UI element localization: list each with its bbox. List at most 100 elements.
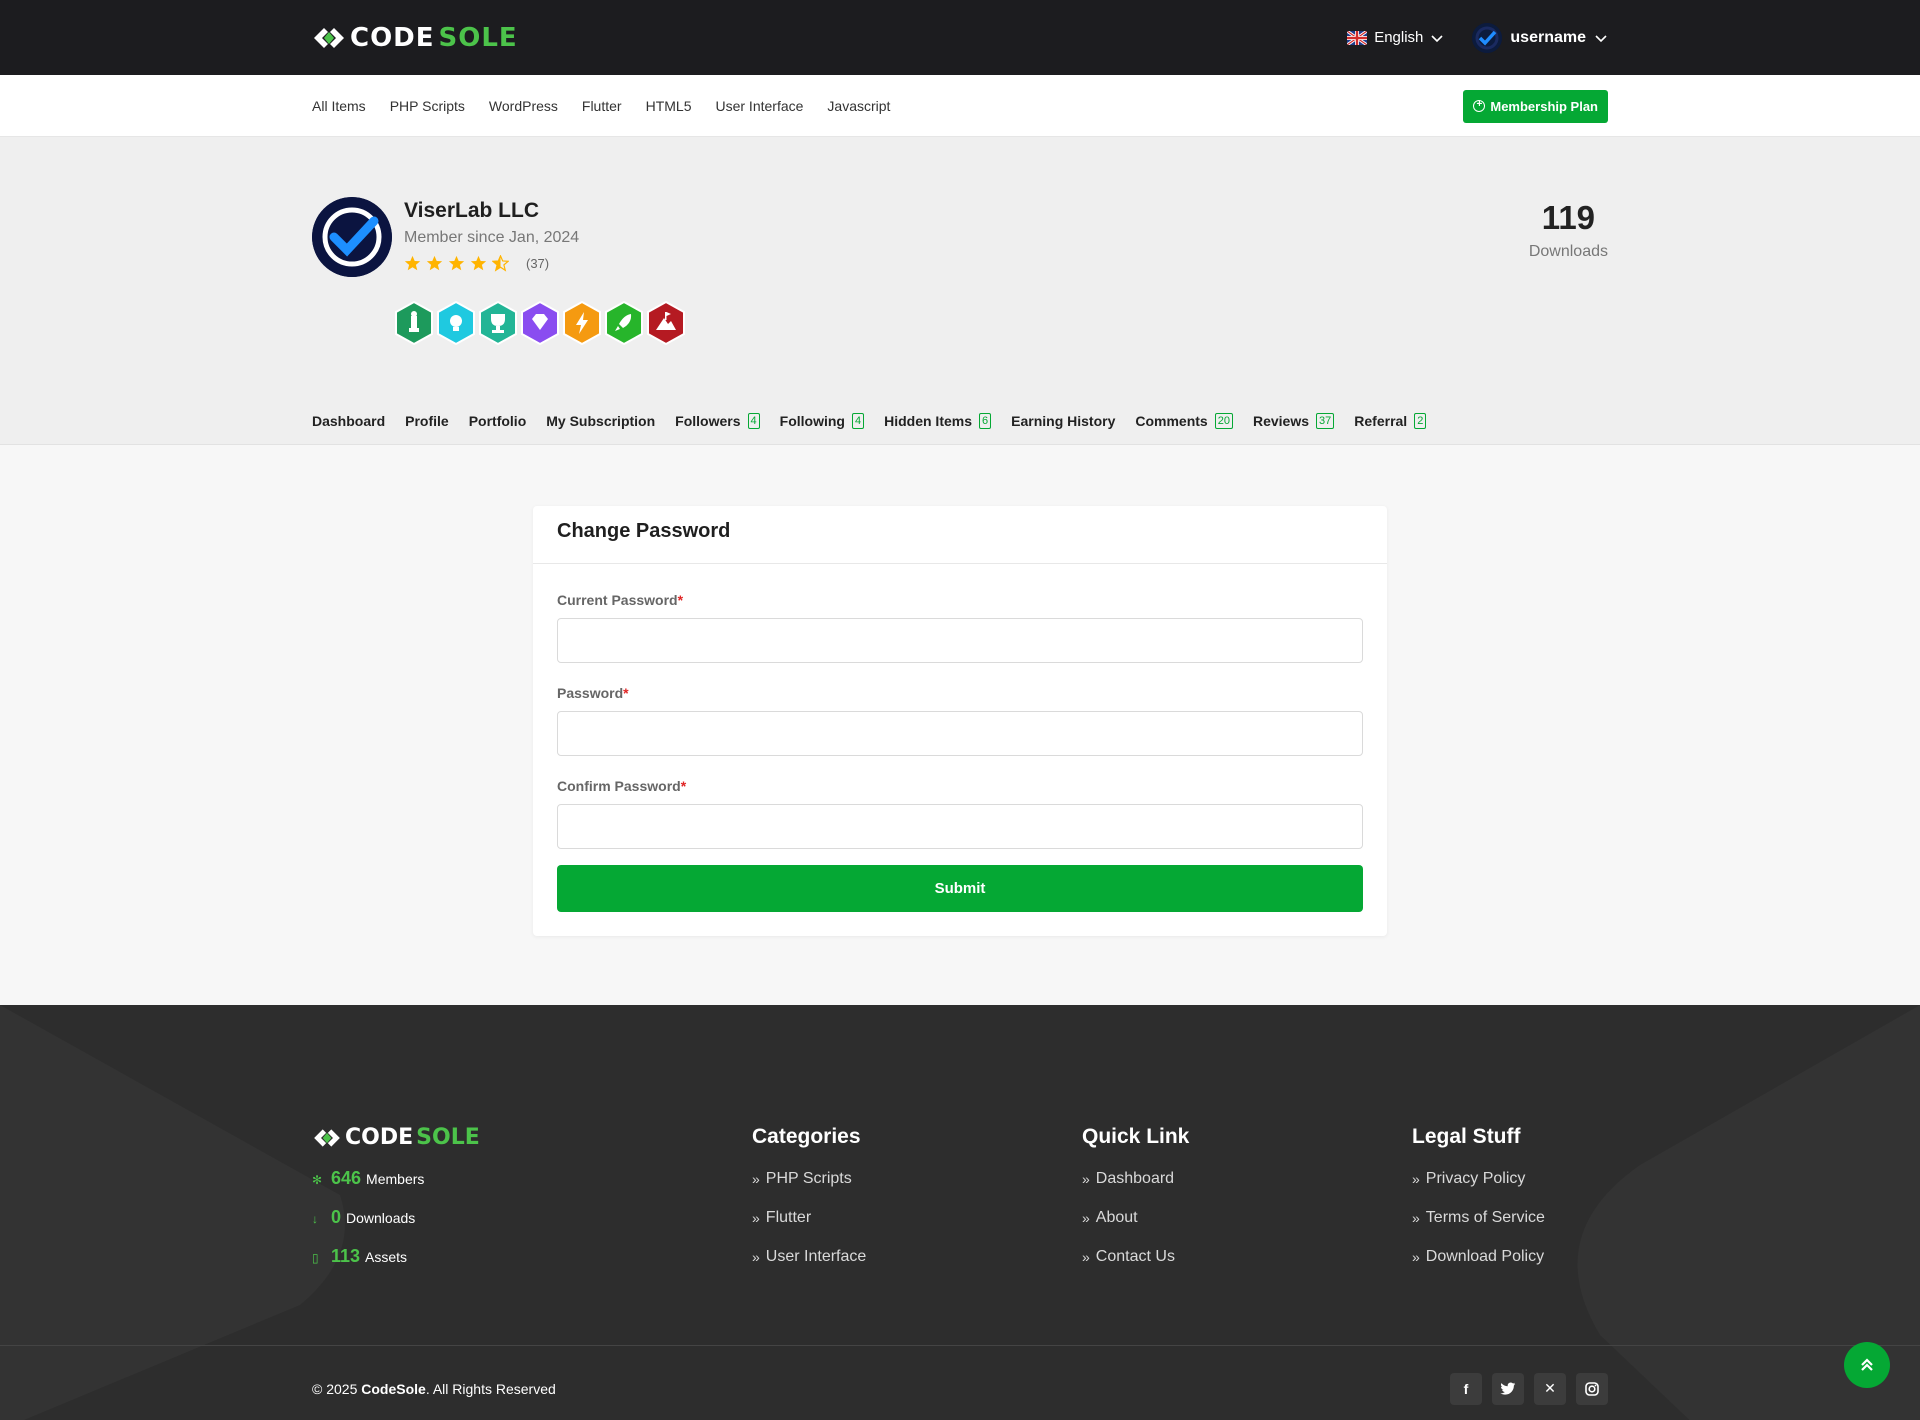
trophy-badge-icon[interactable] — [476, 300, 520, 346]
tab-count-badge: 4 — [747, 413, 760, 429]
link-label: User Interface — [765, 1248, 867, 1265]
tab-earning-history[interactable]: Earning History — [1011, 413, 1115, 429]
footer-link[interactable]: » Terms of Service — [1412, 1209, 1545, 1227]
lightning-badge-icon[interactable] — [560, 300, 604, 346]
star-icon — [404, 255, 421, 271]
site-logo[interactable]: CODE SOLE — [312, 23, 518, 53]
nav-user-interface[interactable]: User Interface — [715, 98, 803, 114]
double-chevron-right-icon: » — [752, 1210, 760, 1226]
current-password-field: Current Password* — [557, 592, 1363, 663]
footer-bottom-bar: © 2025 CodeSole. All Rights Reserved f ✕ — [0, 1345, 1920, 1420]
footer-logo[interactable]: CODE SOLE — [312, 1125, 480, 1150]
language-selector[interactable]: English — [1347, 29, 1444, 46]
nav-wordpress[interactable]: WordPress — [489, 98, 558, 114]
link-label: Privacy Policy — [1425, 1170, 1526, 1187]
footer-link[interactable]: » Privacy Policy — [1412, 1170, 1545, 1188]
twitter-bird-glyph — [1500, 1382, 1516, 1395]
nav-php-scripts[interactable]: PHP Scripts — [390, 98, 465, 114]
membership-plan-button[interactable]: + Membership Plan — [1463, 89, 1608, 123]
tab-comments[interactable]: Comments 20 — [1135, 413, 1233, 429]
tab-profile[interactable]: Profile — [405, 413, 449, 429]
footer-link[interactable]: » User Interface — [752, 1248, 866, 1266]
tab-following[interactable]: Following 4 — [779, 413, 865, 429]
double-chevron-right-icon: » — [1082, 1210, 1090, 1226]
main-content: Change Password Current Password* Passwo… — [0, 445, 1920, 1005]
member-since: Member since Jan, 2024 — [404, 229, 580, 246]
double-chevron-right-icon: » — [752, 1249, 760, 1265]
tab-followers[interactable]: Followers 4 — [675, 413, 760, 429]
double-chevron-right-icon: » — [1082, 1171, 1090, 1187]
tab-hidden-items[interactable]: Hidden Items 6 — [884, 413, 992, 429]
language-label: English — [1374, 29, 1424, 46]
x-icon[interactable]: ✕ — [1534, 1372, 1566, 1405]
field-label: Current Password* — [557, 592, 1363, 608]
star-icon — [426, 255, 443, 271]
user-menu[interactable]: username — [1472, 22, 1608, 53]
tab-label: My Subscription — [546, 413, 656, 429]
twitter-icon[interactable] — [1492, 1372, 1524, 1405]
tab-label: Reviews — [1252, 413, 1310, 429]
profile-tabs: Dashboard Profile Portfolio My Subscript… — [312, 413, 1427, 429]
label-text: Current Password — [557, 592, 678, 608]
footer-link[interactable]: » Download Policy — [1412, 1248, 1545, 1266]
tab-my-subscription[interactable]: My Subscription — [546, 413, 655, 429]
copyright-brand[interactable]: CodeSole — [361, 1381, 426, 1397]
mountain-badge-icon[interactable] — [644, 300, 688, 346]
logo-mark-icon — [314, 27, 344, 48]
footer-heading: Categories — [752, 1125, 861, 1148]
stat-label: Assets — [365, 1249, 408, 1265]
label-text: Confirm Password — [557, 778, 681, 794]
field-label: Confirm Password* — [557, 778, 1363, 794]
nav-flutter[interactable]: Flutter — [582, 98, 622, 114]
footer-link[interactable]: » Dashboard — [1082, 1170, 1189, 1188]
tab-referral[interactable]: Referral 2 — [1354, 413, 1427, 429]
plus-circle-icon: + — [1473, 100, 1486, 112]
diamond-badge-icon[interactable] — [518, 300, 562, 346]
submit-button[interactable]: Submit — [557, 865, 1363, 912]
double-chevron-right-icon: » — [1412, 1249, 1420, 1265]
footer-link[interactable]: » About — [1082, 1209, 1189, 1227]
confirm-password-input[interactable] — [557, 804, 1363, 849]
footer-brand-column: CODE SOLE ✻ 646 Members ↓ 0 Downloads ▯ … — [312, 1125, 480, 1267]
profile-name: ViserLab LLC — [404, 199, 539, 222]
stat-label: Members — [366, 1171, 425, 1187]
nav-all-items[interactable]: All Items — [312, 98, 366, 114]
download-icon: ↓ — [312, 1212, 318, 1226]
link-label: Download Policy — [1425, 1248, 1545, 1265]
copyright-suffix: . All Rights Reserved — [425, 1380, 556, 1397]
tab-label: Dashboard — [312, 413, 386, 429]
current-password-input[interactable] — [557, 618, 1363, 663]
scroll-to-top-button[interactable] — [1844, 1342, 1890, 1388]
username-label: username — [1510, 28, 1586, 46]
facebook-icon[interactable]: f — [1450, 1372, 1482, 1405]
footer-legal-column: Legal Stuff » Privacy Policy » Terms of Se… — [1412, 1125, 1545, 1266]
logo-text-code: CODE — [345, 1125, 414, 1150]
rocket-badge-icon[interactable] — [602, 300, 646, 346]
nav-javascript[interactable]: Javascript — [827, 98, 890, 114]
instagram-icon[interactable] — [1576, 1372, 1608, 1405]
link-label: About — [1095, 1209, 1138, 1226]
nav-html5[interactable]: HTML5 — [646, 98, 692, 114]
chess-badge-icon[interactable] — [392, 300, 436, 346]
footer-link[interactable]: » Contact Us — [1082, 1248, 1189, 1266]
tab-label: Referral — [1354, 413, 1408, 429]
link-label: Contact Us — [1095, 1248, 1175, 1265]
downloads-stat: ↓ 0 Downloads — [312, 1207, 480, 1228]
tab-dashboard[interactable]: Dashboard — [312, 413, 385, 429]
tab-label: Portfolio — [468, 413, 527, 429]
link-label: Flutter — [765, 1209, 812, 1226]
footer-link[interactable]: » PHP Scripts — [752, 1170, 866, 1188]
users-icon: ✻ — [312, 1173, 323, 1187]
category-links: All Items PHP Scripts WordPress Flutter … — [312, 98, 890, 114]
star-icon — [448, 255, 465, 271]
tab-reviews[interactable]: Reviews 37 — [1252, 413, 1335, 429]
tab-label: Following — [779, 413, 845, 429]
tab-label: Comments — [1135, 413, 1208, 429]
password-input[interactable] — [557, 711, 1363, 756]
tab-portfolio[interactable]: Portfolio — [469, 413, 527, 429]
field-label: Password* — [557, 685, 1363, 701]
stat-label: Downloads — [346, 1210, 416, 1226]
lightbulb-badge-icon[interactable] — [434, 300, 478, 346]
chevron-down-icon — [1431, 34, 1443, 42]
footer-link[interactable]: » Flutter — [752, 1209, 866, 1227]
